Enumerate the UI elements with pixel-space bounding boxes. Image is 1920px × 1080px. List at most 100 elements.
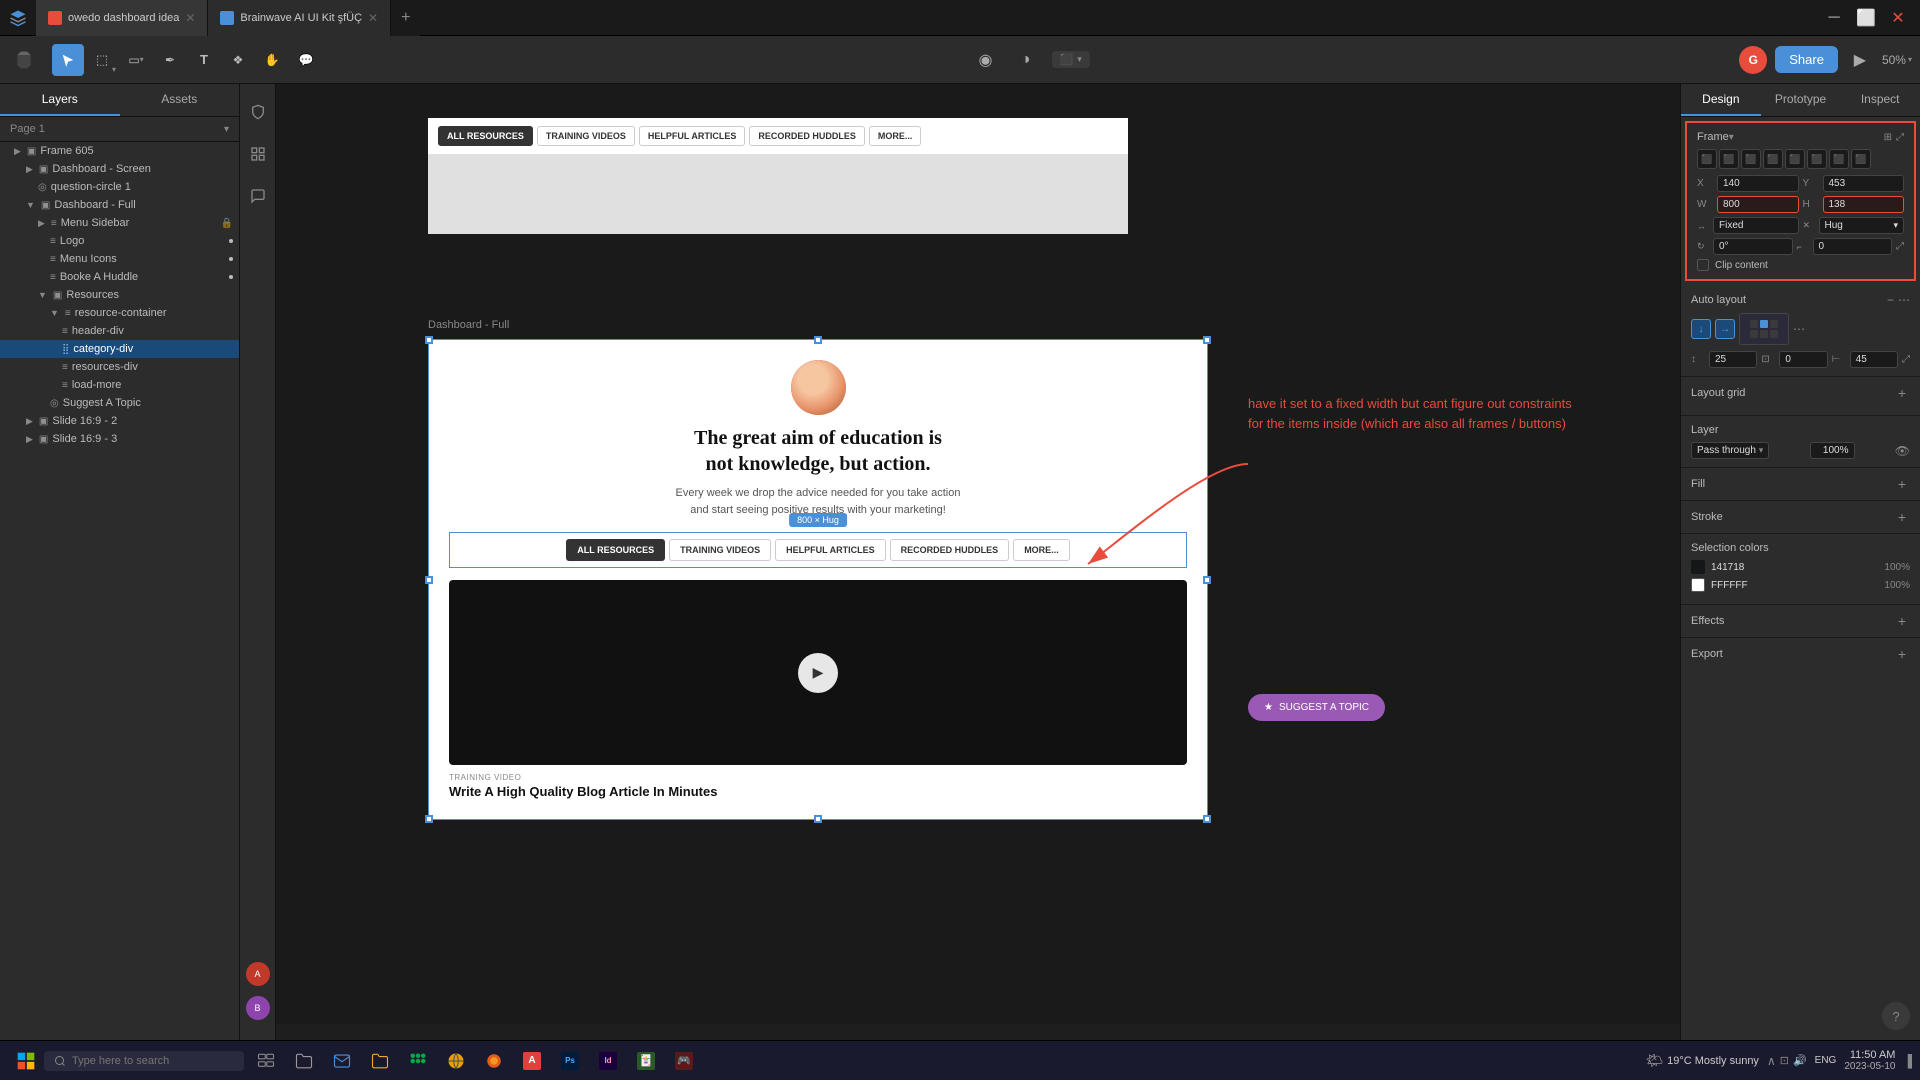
zoom-control[interactable]: 50% ▾ <box>1882 53 1912 67</box>
text-tool[interactable]: T <box>188 44 220 76</box>
layout-grid-visual[interactable] <box>1739 313 1789 345</box>
layer-resources-div[interactable]: ≡ resources-div <box>0 358 239 376</box>
align-bottom[interactable]: ⬛ <box>1807 149 1827 169</box>
video-block[interactable]: ▶ <box>449 580 1187 765</box>
handle-mt[interactable] <box>814 336 822 344</box>
move-tool[interactable] <box>52 44 84 76</box>
export-add[interactable]: + <box>1894 646 1910 662</box>
align-left[interactable]: ⬛ <box>1697 149 1717 169</box>
nav-btn-huddles[interactable]: RECORDED HUDDLES <box>749 126 865 146</box>
resize-icon[interactable]: ⊞ <box>1884 132 1892 143</box>
pen-tool[interactable]: ✒ <box>154 44 186 76</box>
tab-assets[interactable]: Assets <box>120 84 240 116</box>
distribute-v[interactable]: ⬛ <box>1851 149 1871 169</box>
suggest-topic-button[interactable]: ★ SUGGEST A TOPIC <box>1248 694 1385 721</box>
handle-mr[interactable] <box>1203 576 1211 584</box>
effects-add[interactable]: + <box>1894 613 1910 629</box>
dash-nav-more[interactable]: MORE... <box>1013 539 1070 561</box>
close-button[interactable]: ✕ <box>1884 4 1912 32</box>
align-right[interactable]: ⬛ <box>1741 149 1761 169</box>
layer-slide-2[interactable]: ▶ ▣ Slide 16:9 - 2 <box>0 412 239 430</box>
auto-layout-more[interactable]: ⋯ <box>1898 293 1910 307</box>
maximize-button[interactable]: ⬜ <box>1852 4 1880 32</box>
style-icon[interactable]: ◉ <box>972 46 1000 74</box>
corner-value[interactable]: 0 <box>1813 238 1893 255</box>
layer-resource-container[interactable]: ▼ ≡ resource-container <box>0 304 239 322</box>
layer-header-div[interactable]: ≡ header-div <box>0 322 239 340</box>
theme-icon[interactable]: ◑ <box>1012 46 1040 74</box>
expand-btn[interactable]: ⤢ <box>1902 354 1910 365</box>
w-value[interactable]: 800 <box>1717 196 1799 213</box>
visibility-toggle[interactable]: 👁 <box>1895 444 1910 458</box>
page-chevron[interactable]: ▾ <box>224 124 229 135</box>
frame-tool[interactable]: ⬚ ▾ <box>86 44 118 76</box>
tab2-close[interactable]: ✕ <box>368 11 378 25</box>
page-indicator[interactable]: Page 1 ▾ <box>0 117 239 142</box>
expand-icon[interactable]: ⤢ <box>1896 132 1904 143</box>
constraint-w[interactable]: Fixed <box>1713 217 1799 234</box>
adobe-icon[interactable]: A <box>514 1043 550 1079</box>
folder-icon[interactable] <box>362 1043 398 1079</box>
layer-menu-icons[interactable]: ≡ Menu Icons <box>0 250 239 268</box>
browser-tab-2[interactable]: Brainwave AI UI Kit şfÜÇ ✕ <box>208 0 391 36</box>
layout-dir-down[interactable]: ↓ <box>1691 319 1711 339</box>
comment-tool[interactable]: 💬 <box>290 44 322 76</box>
handle-tl[interactable] <box>425 336 433 344</box>
clip-checkbox[interactable] <box>1697 259 1709 271</box>
app-menu-button[interactable] <box>0 0 36 36</box>
extra-icon[interactable]: 🎮 <box>666 1043 702 1079</box>
user-avatar-1[interactable]: A <box>246 962 270 986</box>
stroke-add[interactable]: + <box>1894 509 1910 525</box>
color-swatch-1[interactable] <box>1691 560 1705 574</box>
handle-mb[interactable] <box>814 815 822 823</box>
opacity-value[interactable]: 100% <box>1810 442 1855 459</box>
layer-booke-huddle[interactable]: ≡ Booke A Huddle <box>0 268 239 286</box>
nav-btn-resources[interactable]: ALL RESOURCES <box>438 126 533 146</box>
game-icon[interactable]: 🃏 <box>628 1043 664 1079</box>
layer-dashboard-screen[interactable]: ▶ ▣ Dashboard - Screen <box>0 160 239 178</box>
tray-network[interactable]: ⊡ <box>1780 1054 1789 1068</box>
layer-dashboard-full[interactable]: ▼ ▣ Dashboard - Full <box>0 196 239 214</box>
user-avatar[interactable]: G <box>1739 46 1767 74</box>
align-center-h[interactable]: ⬛ <box>1719 149 1739 169</box>
task-view-icon[interactable] <box>248 1043 284 1079</box>
layout-dir-right[interactable]: → <box>1715 319 1735 339</box>
fingerprint-icon[interactable] <box>242 96 274 128</box>
search-input[interactable] <box>72 1055 214 1067</box>
corner-expand[interactable]: ⤢ <box>1896 241 1904 252</box>
dash-nav-articles[interactable]: HELPFUL ARTICLES <box>775 539 886 561</box>
ps-icon[interactable]: Ps <box>552 1043 588 1079</box>
layout-grid-add[interactable]: + <box>1894 385 1910 401</box>
taskbar-search-box[interactable] <box>44 1051 244 1071</box>
layer-load-more[interactable]: ≡ load-more <box>0 376 239 394</box>
handle-bl[interactable] <box>425 815 433 823</box>
layer-slide-3[interactable]: ▶ ▣ Slide 16:9 - 3 <box>0 430 239 448</box>
blend-mode-select[interactable]: Pass through ▾ <box>1691 442 1769 459</box>
new-tab-button[interactable]: + <box>391 9 420 27</box>
canvas-scroll[interactable]: ALL RESOURCES TRAINING VIDEOS HELPFUL AR… <box>276 84 1680 1024</box>
tab-inspect[interactable]: Inspect <box>1840 84 1920 116</box>
hand-tool[interactable]: ✋ <box>256 44 288 76</box>
layer-logo[interactable]: ≡ Logo <box>0 232 239 250</box>
minimize-button[interactable]: ─ <box>1820 4 1848 32</box>
tab1-close[interactable]: ✕ <box>185 11 195 25</box>
layer-frame605[interactable]: ▶ ▣ Frame 605 <box>0 142 239 160</box>
handle-br[interactable] <box>1203 815 1211 823</box>
align-top[interactable]: ⬛ <box>1763 149 1783 169</box>
tab-prototype[interactable]: Prototype <box>1761 84 1841 116</box>
browser-tab-1[interactable]: owedo dashboard idea ✕ <box>36 0 208 36</box>
dash-nav-training[interactable]: TRAINING VIDEOS <box>669 539 771 561</box>
id-icon[interactable]: Id <box>590 1043 626 1079</box>
start-button[interactable] <box>8 1043 44 1079</box>
layers-assets-toggle[interactable]: ⬛ ▾ <box>1052 51 1090 68</box>
constraint-h[interactable]: Hug ▾ <box>1819 217 1905 234</box>
y-value[interactable]: 453 <box>1823 175 1905 192</box>
h-value[interactable]: 138 <box>1823 196 1905 213</box>
layer-category-div[interactable]: ⣿ category-div <box>0 340 239 358</box>
handle-ml[interactable] <box>425 576 433 584</box>
grid-icon[interactable] <box>242 138 274 170</box>
browser-icon[interactable] <box>438 1043 474 1079</box>
auto-layout-collapse[interactable]: − <box>1887 293 1894 307</box>
user-avatar-2[interactable]: B <box>246 996 270 1020</box>
shape-tool[interactable]: ▭ ▾ <box>120 44 152 76</box>
